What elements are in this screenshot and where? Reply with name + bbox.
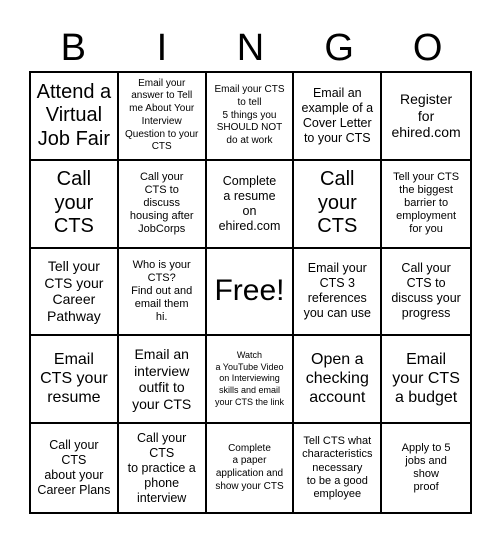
bingo-cell-i5[interactable]: Call your CTS to practice a phone interv… xyxy=(119,424,207,512)
bingo-cell-b4[interactable]: Email CTS your resume xyxy=(31,336,119,425)
bingo-cell-g2[interactable]: Call your CTS xyxy=(294,160,383,249)
bingo-cell-o1[interactable]: Register for ehired.com xyxy=(382,73,470,161)
cell-label: Call your CTS to practice a phone interv… xyxy=(127,430,196,505)
bingo-cell-g1[interactable]: Email an example of a Cover Letter to yo… xyxy=(294,73,383,161)
cell-label: Tell CTS what characteristics necessary … xyxy=(302,435,373,500)
cell-label: Call your CTS xyxy=(53,168,94,238)
bingo-cell-o4[interactable]: Email your CTS a budget xyxy=(382,336,470,425)
bingo-cell-b1[interactable]: Attend a Virtual Job Fair xyxy=(31,73,119,161)
free-space-label: Free! xyxy=(214,274,285,308)
bingo-cell-b3[interactable]: Tell your CTS your Career Pathway xyxy=(31,248,119,337)
cell-label: Email your CTS to tell 5 things you SHOU… xyxy=(214,83,285,147)
cell-label: Attend a Virtual Job Fair xyxy=(36,80,112,150)
cell-label: Who is your CTS? Find out and email them… xyxy=(131,258,193,324)
cell-label: Call your CTS to discuss housing after J… xyxy=(129,170,194,236)
cell-label: Email CTS your resume xyxy=(40,351,108,406)
header-letter-i: I xyxy=(156,27,168,69)
cell-label: Call your CTS about your Career Plans xyxy=(37,438,111,498)
bingo-cell-o5[interactable]: Apply to 5 jobs and show proof xyxy=(382,424,470,512)
bingo-header: B I N G O xyxy=(29,26,472,70)
cell-label: Email your answer to Tell me About Your … xyxy=(125,77,199,153)
bingo-cell-o3[interactable]: Call your CTS to discuss your progress xyxy=(382,249,470,337)
cell-label: Email an example of a Cover Letter to yo… xyxy=(301,85,374,145)
cell-label: Register for ehired.com xyxy=(391,91,461,141)
cell-label: Call your CTS xyxy=(317,168,358,238)
bingo-cell-b2[interactable]: Call your CTS xyxy=(31,160,119,249)
cell-label: Email your CTS a budget xyxy=(392,351,460,406)
header-letter-n: N xyxy=(236,27,265,69)
cell-label: Complete a paper application and show yo… xyxy=(215,442,284,492)
header-letter-b: B xyxy=(60,27,86,69)
bingo-cell-o2[interactable]: Tell your CTS the biggest barrier to emp… xyxy=(382,161,470,249)
bingo-grid: Attend a Virtual Job Fair Email your answ… xyxy=(29,71,472,514)
bingo-cell-i1[interactable]: Email your answer to Tell me About Your … xyxy=(118,73,207,161)
cell-label: Apply to 5 jobs and show proof xyxy=(401,441,451,494)
bingo-cell-b5[interactable]: Call your CTS about your Career Plans xyxy=(31,424,119,512)
bingo-cell-n5[interactable]: Complete a paper application and show yo… xyxy=(207,424,295,512)
bingo-cell-free[interactable]: Free! xyxy=(206,248,295,337)
cell-label: Tell your CTS your Career Pathway xyxy=(44,258,104,324)
cell-label: Complete a resume on ehired.com xyxy=(218,173,281,233)
cell-label: Email your CTS 3 references you can use xyxy=(303,261,371,321)
cell-label: Email an interview outfit to your CTS xyxy=(132,346,192,412)
header-letter-o: O xyxy=(412,27,443,69)
cell-label: Watch a YouTube Video on Interviewing sk… xyxy=(214,350,284,407)
bingo-cell-g4[interactable]: Open a checking account xyxy=(294,336,383,425)
bingo-cell-i2[interactable]: Call your CTS to discuss housing after J… xyxy=(118,160,207,249)
bingo-cell-n1[interactable]: Email your CTS to tell 5 things you SHOU… xyxy=(206,73,295,161)
bingo-cell-i4[interactable]: Email an interview outfit to your CTS xyxy=(118,336,207,425)
cell-label: Tell your CTS the biggest barrier to emp… xyxy=(393,170,460,236)
bingo-cell-n2[interactable]: Complete a resume on ehired.com xyxy=(206,160,295,249)
bingo-cell-n4[interactable]: Watch a YouTube Video on Interviewing sk… xyxy=(206,336,295,425)
cell-label: Call your CTS to discuss your progress xyxy=(391,261,461,321)
bingo-cell-g5[interactable]: Tell CTS what characteristics necessary … xyxy=(294,424,383,512)
cell-label: Open a checking account xyxy=(305,351,369,406)
bingo-cell-g3[interactable]: Email your CTS 3 references you can use xyxy=(294,248,383,337)
bingo-cell-i3[interactable]: Who is your CTS? Find out and email them… xyxy=(118,248,207,337)
header-letter-g: G xyxy=(324,27,354,69)
